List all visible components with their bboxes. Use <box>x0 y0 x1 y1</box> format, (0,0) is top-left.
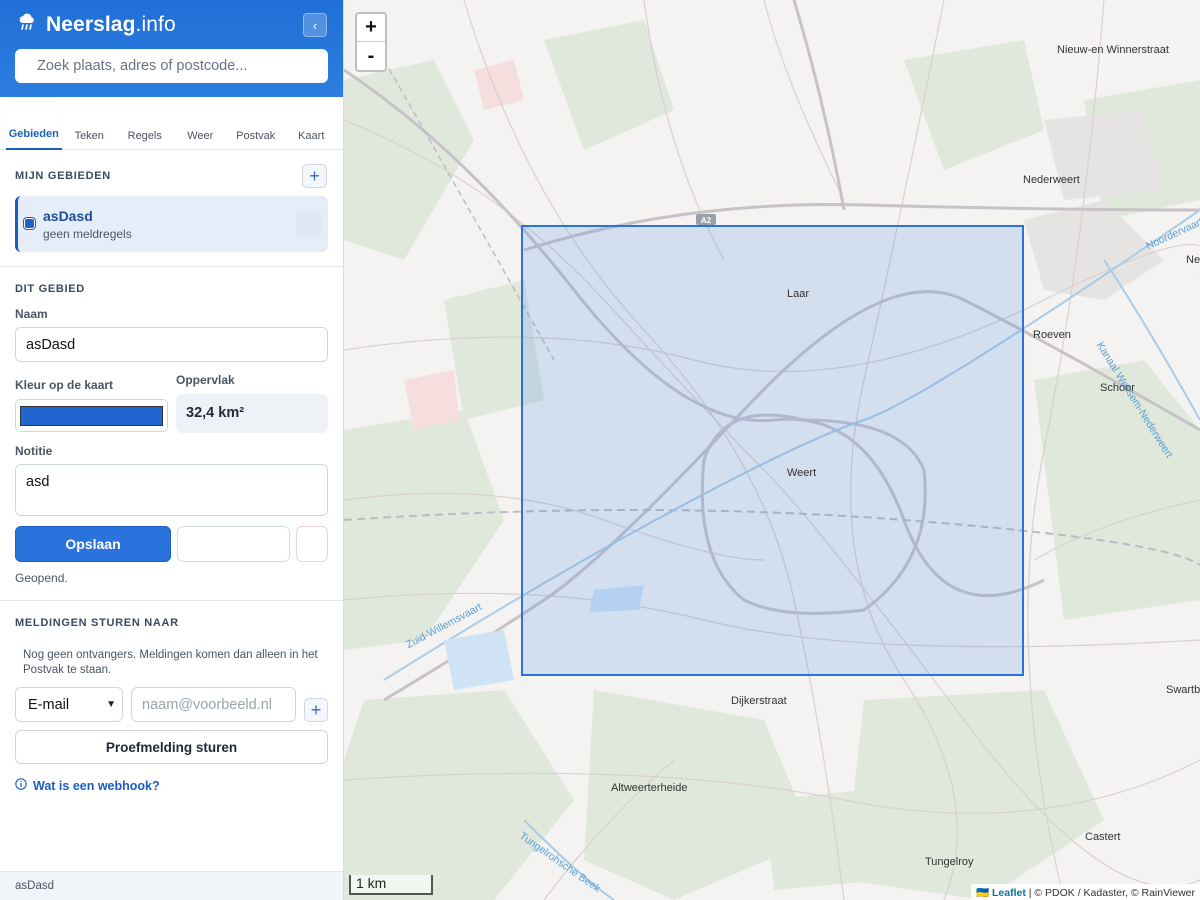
tab-bar: Gebieden Teken Regels Weer Postvak Kaart <box>0 97 343 150</box>
this-area-title: DIT GEBIED <box>15 283 85 295</box>
place-label: Ne <box>1186 254 1200 266</box>
place-label: Dijkerstraat <box>731 695 787 707</box>
svg-text:A2: A2 <box>701 216 712 225</box>
place-label: Swartb <box>1166 684 1200 696</box>
place-label: Weert <box>787 467 817 479</box>
sidebar-footer: asDasd <box>0 871 343 900</box>
notes-label: Notitie <box>15 444 53 458</box>
info-icon <box>15 778 27 793</box>
send-test-button[interactable]: Proefmelding sturen <box>15 730 328 764</box>
area-size-label: Oppervlak <box>176 373 235 387</box>
color-swatch <box>20 406 163 426</box>
app-title: Neerslag.info <box>46 12 176 36</box>
channel-select-value: E-mail <box>28 696 70 713</box>
webhook-help-link[interactable]: Wat is een webhook? <box>15 778 160 793</box>
place-label: Altweerterheide <box>611 782 688 794</box>
chevron-down-icon: ▼ <box>106 699 116 710</box>
zoom-out-button[interactable]: - <box>357 42 385 70</box>
rain-cloud-icon <box>17 12 37 37</box>
map[interactable]: A2 + - Nieuw-en Winnerstraat Nederweert … <box>344 0 1200 900</box>
notifications-title: MELDINGEN STUREN NAAR <box>15 617 179 629</box>
color-label: Kleur op de kaart <box>15 378 114 392</box>
area-size-value: 32,4 km² <box>176 394 328 433</box>
area-name-input[interactable] <box>15 327 328 362</box>
scale-bar: 1 km <box>349 875 433 895</box>
place-label: Castert <box>1085 831 1121 843</box>
area-color-dot <box>24 218 35 229</box>
area-name: asDasd <box>43 208 93 224</box>
area-menu-button[interactable] <box>296 211 322 237</box>
no-recipients-text: Nog geen ontvangers. Meldingen komen dan… <box>23 649 318 676</box>
save-button[interactable]: Opslaan <box>15 526 171 562</box>
area-list-item[interactable]: asDasd geen meldregels <box>15 196 328 252</box>
secondary-button[interactable] <box>177 526 290 562</box>
tab-weer[interactable]: Weer <box>173 103 229 150</box>
brand[interactable]: Neerslag.info <box>17 12 176 37</box>
place-label: Nederweert <box>1023 174 1080 186</box>
place-label: Roeven <box>1033 329 1071 341</box>
zoom-control: + - <box>355 12 387 72</box>
selected-area-rectangle[interactable] <box>521 225 1024 676</box>
tab-teken[interactable]: Teken <box>62 103 118 150</box>
footer-area-name: asDasd <box>15 880 54 892</box>
sidebar: Neerslag.info ‹ Gebieden Teken Regels We… <box>0 0 344 900</box>
webhook-link-text: Wat is een webhook? <box>33 778 160 793</box>
tab-gebieden[interactable]: Gebieden <box>6 103 62 150</box>
this-area-section: DIT GEBIED Naam Kleur op de kaart Opperv… <box>0 267 343 601</box>
chevron-left-icon: ‹ <box>312 17 318 33</box>
my-areas-section: MIJN GEBIEDEN asDasd geen meldregels <box>0 150 343 267</box>
place-label: Nieuw-en Winnerstraat <box>1057 44 1169 56</box>
tab-kaart[interactable]: Kaart <box>284 103 340 150</box>
notes-textarea[interactable]: asd <box>15 464 328 516</box>
status-text: Geopend. <box>15 571 68 585</box>
add-recipient-button[interactable]: + <box>304 698 328 722</box>
search-input[interactable] <box>15 49 328 83</box>
color-picker[interactable] <box>15 399 168 432</box>
sidebar-header: Neerslag.info ‹ <box>0 0 343 97</box>
attribution-text: | © PDOK / Kadaster, © RainViewer <box>1025 887 1195 899</box>
zoom-in-button[interactable]: + <box>357 14 385 42</box>
name-label: Naam <box>15 307 48 321</box>
flag-icon: 🇺🇦 <box>975 887 990 899</box>
plus-icon: + <box>310 699 322 720</box>
email-input[interactable] <box>131 687 296 722</box>
delete-button[interactable] <box>296 526 328 562</box>
map-attribution: 🇺🇦 Leaflet | © PDOK / Kadaster, © RainVi… <box>970 884 1200 900</box>
place-label: Tungelroy <box>925 856 974 868</box>
place-label: Laar <box>787 288 810 300</box>
leaflet-link[interactable]: Leaflet <box>992 887 1026 899</box>
notifications-section: MELDINGEN STUREN NAAR Nog geen ontvanger… <box>0 602 343 870</box>
add-area-button[interactable]: + <box>302 164 327 188</box>
area-rule-count: geen meldregels <box>43 227 132 241</box>
collapse-sidebar-button[interactable]: ‹ <box>303 13 327 37</box>
channel-select[interactable]: E-mail ▼ <box>15 687 123 722</box>
tab-regels[interactable]: Regels <box>117 103 173 150</box>
plus-icon: + <box>309 165 320 186</box>
tab-postvak[interactable]: Postvak <box>228 103 284 150</box>
my-areas-title: MIJN GEBIEDEN <box>15 170 111 182</box>
